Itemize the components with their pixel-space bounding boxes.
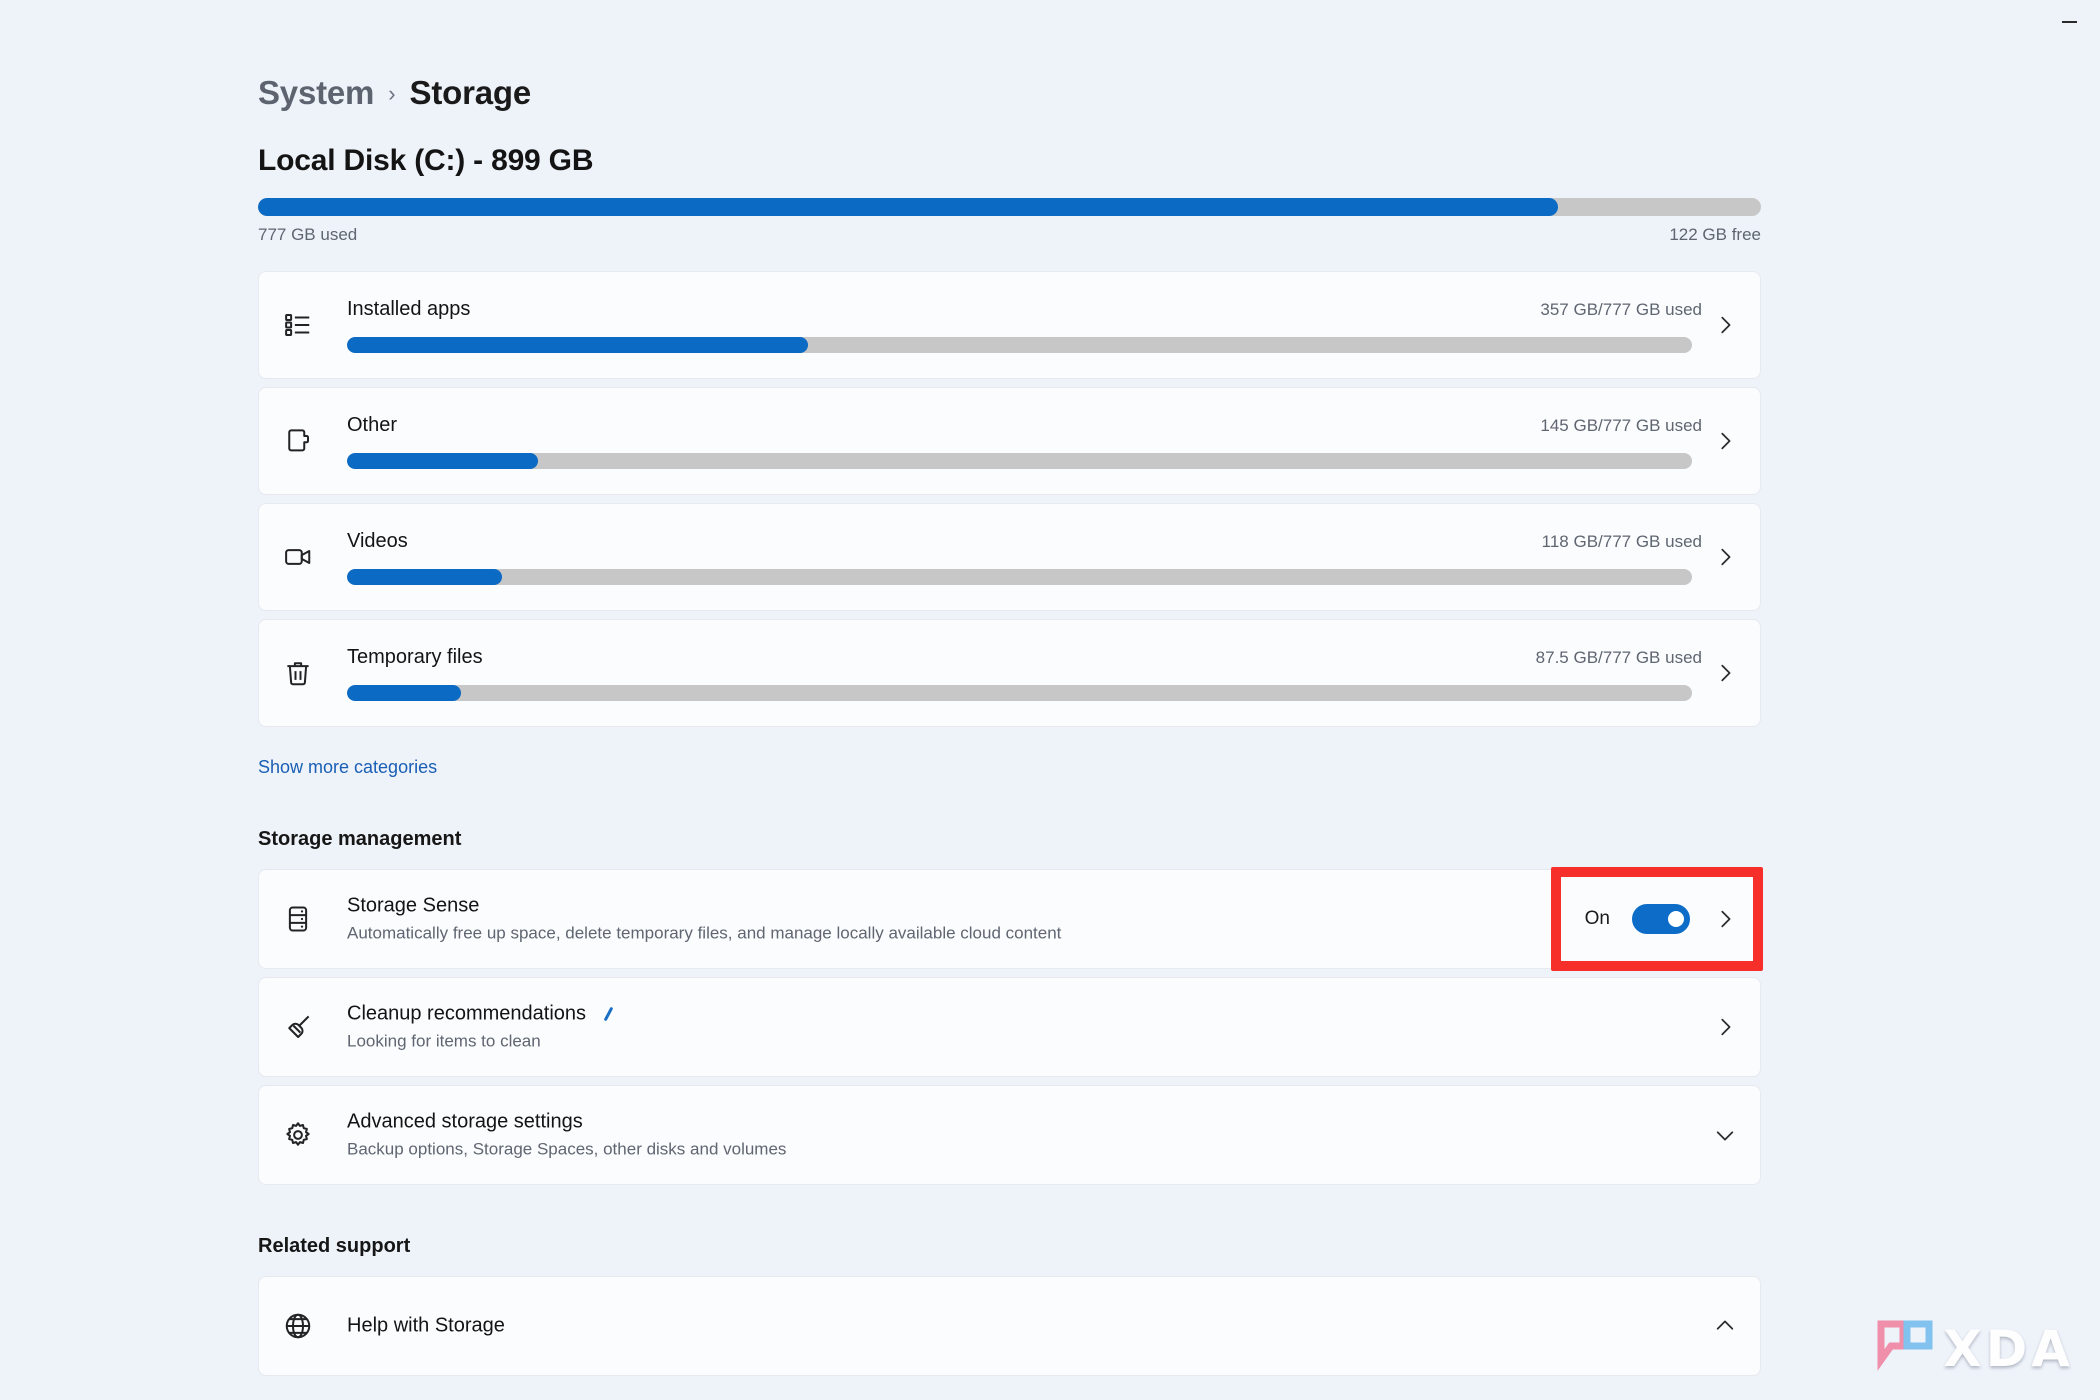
related-support-list: Help with Storage — [258, 1276, 1768, 1376]
minimize-button[interactable] — [2038, 0, 2100, 44]
chevron-right-icon[interactable] — [1712, 312, 1738, 338]
storage-category-card[interactable]: Installed apps 357 GB/777 GB used — [258, 271, 1761, 379]
settings-row[interactable]: Storage Sense Automatically free up spac… — [258, 869, 1761, 969]
chevron-up-icon[interactable] — [1712, 1313, 1738, 1339]
window-titlebar — [0, 0, 2100, 44]
xda-logo-icon — [1877, 1320, 1933, 1371]
storage-sense-toggle[interactable] — [1632, 904, 1690, 934]
chevron-right-icon[interactable] — [1712, 1014, 1738, 1040]
video-camera-icon — [281, 540, 315, 574]
category-usage-text: 118 GB/777 GB used — [1541, 532, 1702, 551]
settings-row-title-row: Help with Storage — [347, 1315, 505, 1338]
chevron-right-icon[interactable] — [1712, 544, 1738, 570]
disk-usage-bar-fill — [258, 198, 1559, 216]
drive-stack-icon — [281, 902, 315, 936]
settings-row-texts: Cleanup recommendations Looking for item… — [347, 1003, 618, 1052]
toggle-state-label: On — [1584, 908, 1610, 929]
category-usage-bar-fill — [347, 685, 462, 701]
toggle-knob — [1668, 911, 1684, 927]
disk-usage-bar — [258, 198, 1761, 216]
documents-icon — [281, 424, 315, 458]
category-usage-bar — [347, 337, 1692, 353]
settings-row-title: Advanced storage settings — [347, 1110, 583, 1133]
category-usage-bar — [347, 569, 1692, 585]
storage-category-card[interactable]: Videos 118 GB/777 GB used — [258, 503, 1761, 611]
gear-icon — [281, 1118, 315, 1152]
chevron-right-icon[interactable] — [1712, 660, 1738, 686]
disk-free-label: 122 GB free — [1669, 225, 1761, 244]
chevron-down-icon[interactable] — [1712, 1122, 1738, 1148]
settings-row-subtitle: Automatically free up space, delete temp… — [347, 923, 1062, 943]
xda-watermark: XDA — [1877, 1320, 2074, 1378]
category-label: Installed apps — [347, 298, 471, 320]
chevron-right-icon[interactable] — [1712, 906, 1738, 932]
settings-row-controls — [1712, 1122, 1738, 1148]
settings-row[interactable]: Advanced storage settings Backup options… — [258, 1085, 1761, 1185]
related-support-heading: Related support — [258, 1235, 411, 1257]
settings-row-subtitle: Backup options, Storage Spaces, other di… — [347, 1139, 787, 1159]
category-usage-text: 87.5 GB/777 GB used — [1535, 648, 1702, 667]
settings-row-title: Cleanup recommendations — [347, 1002, 587, 1025]
show-more-categories-link[interactable]: Show more categories — [258, 757, 437, 778]
settings-row-title-row: Cleanup recommendations — [347, 1003, 618, 1026]
breadcrumb-separator-icon: › — [388, 81, 396, 106]
settings-row-controls — [1712, 1313, 1738, 1339]
settings-row-controls — [1712, 1014, 1738, 1040]
settings-row[interactable]: Cleanup recommendations Looking for item… — [258, 977, 1761, 1077]
broom-icon — [281, 1010, 315, 1044]
category-label: Temporary files — [347, 646, 483, 668]
settings-row-title-row: Advanced storage settings — [347, 1111, 786, 1134]
breadcrumb-system-link[interactable]: System — [258, 74, 374, 112]
globe-icon — [281, 1309, 315, 1343]
storage-settings-page: System › Storage Local Disk (C:) - 899 G… — [258, 74, 1768, 1384]
category-usage-text: 357 GB/777 GB used — [1540, 300, 1702, 319]
category-usage-bar-fill — [347, 337, 809, 353]
breadcrumb-current-storage: Storage — [409, 74, 532, 111]
category-usage-bar-fill — [347, 569, 502, 585]
category-usage-text: 145 GB/777 GB used — [1540, 416, 1702, 435]
chevron-right-icon[interactable] — [1712, 428, 1738, 454]
disk-title: Local Disk (C:) - 899 GB — [258, 144, 594, 177]
settings-row-subtitle: Looking for items to clean — [347, 1031, 541, 1051]
list-icon — [281, 308, 315, 342]
minimize-icon — [2061, 21, 2077, 23]
storage-management-list: Storage Sense Automatically free up spac… — [258, 869, 1768, 1185]
storage-category-card[interactable]: Temporary files 87.5 GB/777 GB used — [258, 619, 1761, 727]
settings-row-title-row: Storage Sense — [347, 895, 1061, 918]
loading-spinner-icon — [602, 1006, 618, 1022]
storage-category-card[interactable]: Other 145 GB/777 GB used — [258, 387, 1761, 495]
trash-icon — [281, 656, 315, 690]
settings-row-texts: Help with Storage — [347, 1315, 505, 1338]
settings-row[interactable]: Help with Storage — [258, 1276, 1761, 1376]
category-usage-bar — [347, 453, 1692, 469]
breadcrumb: System › Storage — [258, 74, 1768, 112]
category-label: Other — [347, 414, 398, 436]
category-label: Videos — [347, 530, 408, 552]
storage-categories-list: Installed apps 357 GB/777 GB used Other … — [258, 271, 1768, 727]
category-usage-bar-fill — [347, 453, 538, 469]
settings-row-texts: Storage Sense Automatically free up spac… — [347, 895, 1061, 944]
settings-row-texts: Advanced storage settings Backup options… — [347, 1111, 786, 1160]
settings-row-title: Storage Sense — [347, 894, 480, 917]
disk-usage-legend: 777 GB used 122 GB free — [258, 225, 1761, 245]
settings-row-title: Help with Storage — [347, 1314, 505, 1337]
disk-used-label: 777 GB used — [258, 225, 358, 244]
settings-row-controls: On — [1585, 904, 1738, 934]
storage-management-heading: Storage management — [258, 828, 462, 850]
category-usage-bar — [347, 685, 1692, 701]
xda-watermark-text: XDA — [1943, 1320, 2074, 1378]
